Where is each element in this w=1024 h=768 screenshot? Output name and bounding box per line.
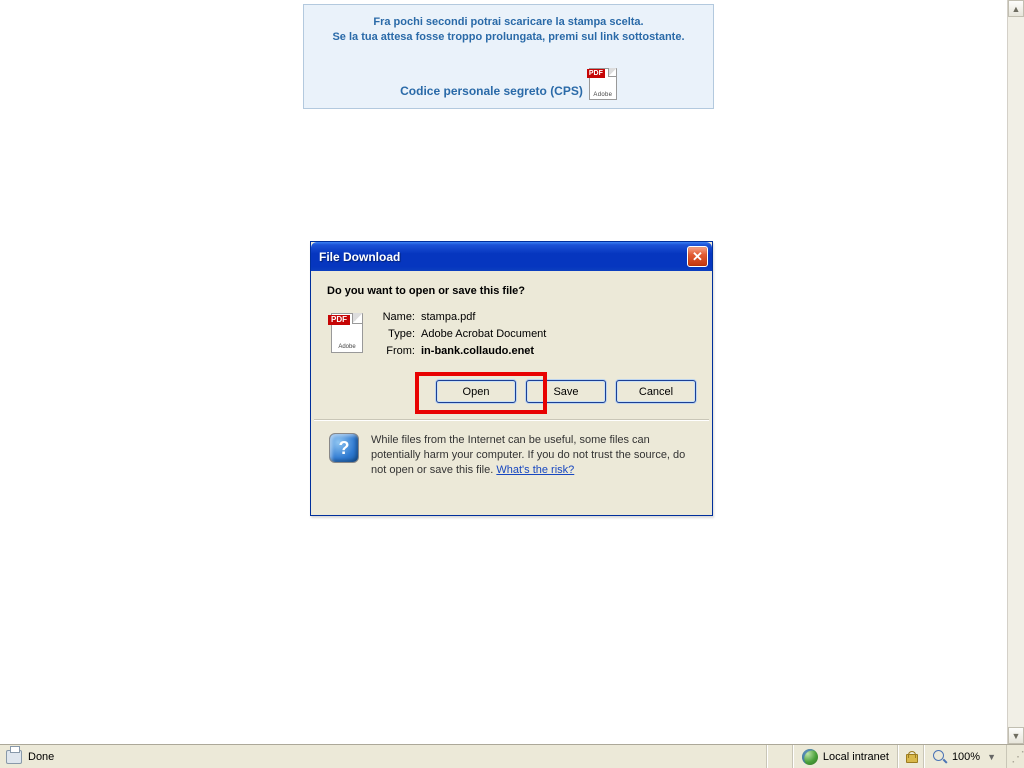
intranet-zone-icon xyxy=(802,749,818,765)
whats-the-risk-link[interactable]: What's the risk? xyxy=(496,464,574,476)
name-label: Name: xyxy=(379,311,421,323)
type-value: Adobe Acrobat Document xyxy=(421,328,546,340)
warning-text: While files from the Internet can be use… xyxy=(371,433,696,478)
zoom-level: 100% xyxy=(952,751,980,763)
type-label: Type: xyxy=(379,328,421,340)
open-button[interactable]: Open xyxy=(436,380,516,403)
pdf-file-icon: PDF Adobe xyxy=(331,313,363,353)
security-zone-pane[interactable]: Local intranet xyxy=(793,745,898,768)
download-info-panel: Fra pochi secondi potrai scaricare la st… xyxy=(303,4,714,109)
dialog-prompt: Do you want to open or save this file? xyxy=(327,285,696,297)
page-vertical-scrollbar[interactable]: ▲ ▼ xyxy=(1007,0,1024,744)
from-label: From: xyxy=(379,345,421,357)
close-button[interactable]: ✕ xyxy=(687,246,708,267)
status-empty-pane-1 xyxy=(767,745,793,768)
file-meta: Name: stampa.pdf Type: Adobe Acrobat Doc… xyxy=(379,311,546,362)
pdf-brand-label: Adobe xyxy=(332,344,362,350)
pdf-badge-label: PDF xyxy=(587,69,605,78)
scroll-up-button[interactable]: ▲ xyxy=(1008,0,1024,17)
zoom-pane[interactable]: 100% ▼ xyxy=(924,745,1007,768)
scroll-down-button[interactable]: ▼ xyxy=(1008,727,1024,744)
name-value: stampa.pdf xyxy=(421,311,475,323)
zoom-dropdown-icon[interactable]: ▼ xyxy=(985,752,998,762)
from-value: in-bank.collaudo.enet xyxy=(421,345,534,357)
cancel-button[interactable]: Cancel xyxy=(616,380,696,403)
info-line-1: Fra pochi secondi potrai scaricare la st… xyxy=(312,15,705,30)
pdf-file-icon: PDF Adobe xyxy=(589,68,617,100)
pdf-badge-label: PDF xyxy=(328,315,350,325)
close-icon: ✕ xyxy=(692,249,703,265)
page-icon xyxy=(6,750,22,764)
help-shield-icon: ? xyxy=(329,433,359,463)
security-zone-label: Local intranet xyxy=(823,751,889,763)
dialog-title: File Download xyxy=(319,250,400,264)
status-left-pane: Done xyxy=(0,745,767,768)
cps-download-link[interactable]: Codice personale segreto (CPS) xyxy=(400,84,583,100)
info-line-2: Se la tua attesa fosse troppo prolungata… xyxy=(312,30,705,45)
resize-grip-icon[interactable]: ⋰ xyxy=(1007,748,1024,765)
lock-icon xyxy=(905,751,917,763)
dialog-button-row: Open Save Cancel xyxy=(311,362,712,419)
save-button[interactable]: Save xyxy=(526,380,606,403)
status-text: Done xyxy=(28,751,54,763)
file-download-dialog: File Download ✕ Do you want to open or s… xyxy=(310,241,713,516)
dialog-titlebar[interactable]: File Download ✕ xyxy=(311,242,712,271)
pdf-brand-label: Adobe xyxy=(590,92,616,98)
ssl-pane[interactable] xyxy=(898,745,924,768)
browser-status-bar: Done Local intranet 100% ▼ ⋰ xyxy=(0,744,1024,768)
magnifier-icon xyxy=(933,750,947,764)
scroll-track[interactable] xyxy=(1008,17,1024,727)
